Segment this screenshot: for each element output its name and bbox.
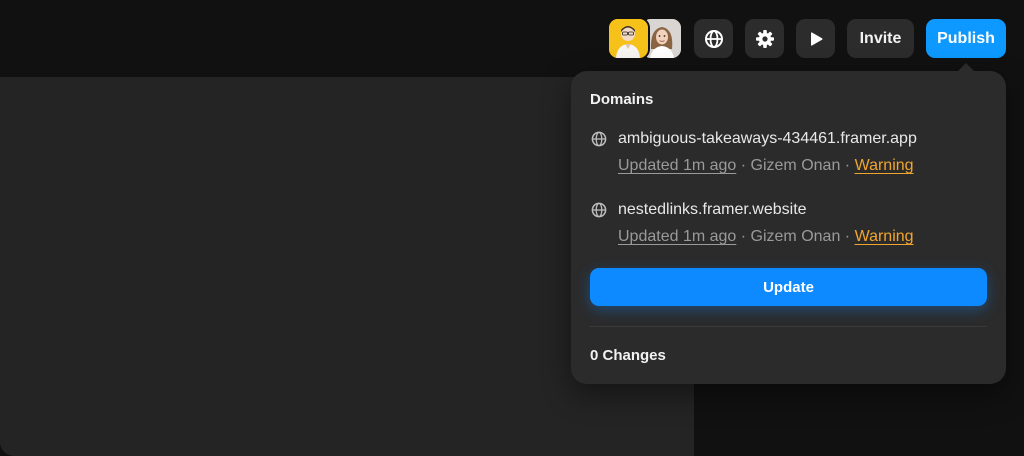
top-toolbar: Invite Publish [0, 0, 1024, 77]
play-icon [810, 31, 822, 46]
publish-popover: Domains ambiguous-takeaways-434461.frame… [571, 71, 1006, 384]
publish-button[interactable]: Publish [926, 19, 1006, 58]
warning-link[interactable]: Warning [855, 157, 914, 174]
update-button[interactable]: Update [590, 268, 987, 306]
domain-meta: Updated 1m ago · Gizem Onan · Warning [618, 228, 990, 246]
separator: · [736, 228, 751, 245]
updated-link[interactable]: Updated 1m ago [618, 228, 736, 245]
collaborator-avatars[interactable] [609, 19, 681, 58]
domain-item[interactable]: ambiguous-takeaways-434461.framer.app Up… [590, 128, 990, 175]
author-name: Gizem Onan [750, 228, 841, 245]
warning-link[interactable]: Warning [855, 228, 914, 245]
gear-icon [755, 29, 774, 48]
domain-item[interactable]: nestedlinks.framer.website Updated 1m ag… [590, 199, 990, 246]
person-icon [609, 19, 648, 58]
globe-icon [704, 29, 723, 48]
settings-button[interactable] [745, 19, 784, 58]
domain-name[interactable]: nestedlinks.framer.website [618, 201, 807, 219]
domain-name[interactable]: ambiguous-takeaways-434461.framer.app [618, 130, 917, 148]
separator: · [840, 228, 855, 245]
separator: · [840, 157, 855, 174]
app-window: Invite Publish Domains ambiguous-takeawa… [0, 0, 1024, 456]
avatar[interactable] [609, 19, 648, 58]
divider [590, 326, 987, 327]
popover-title: Domains [590, 91, 654, 108]
invite-button[interactable]: Invite [847, 19, 914, 58]
domain-meta: Updated 1m ago · Gizem Onan · Warning [618, 157, 990, 175]
globe-icon [590, 202, 607, 219]
separator: · [736, 157, 751, 174]
author-name: Gizem Onan [750, 157, 841, 174]
domains-button[interactable] [694, 19, 733, 58]
preview-button[interactable] [796, 19, 835, 58]
updated-link[interactable]: Updated 1m ago [618, 157, 736, 174]
globe-icon [590, 131, 607, 148]
popover-caret [958, 63, 974, 71]
changes-count[interactable]: 0 Changes [590, 347, 666, 364]
